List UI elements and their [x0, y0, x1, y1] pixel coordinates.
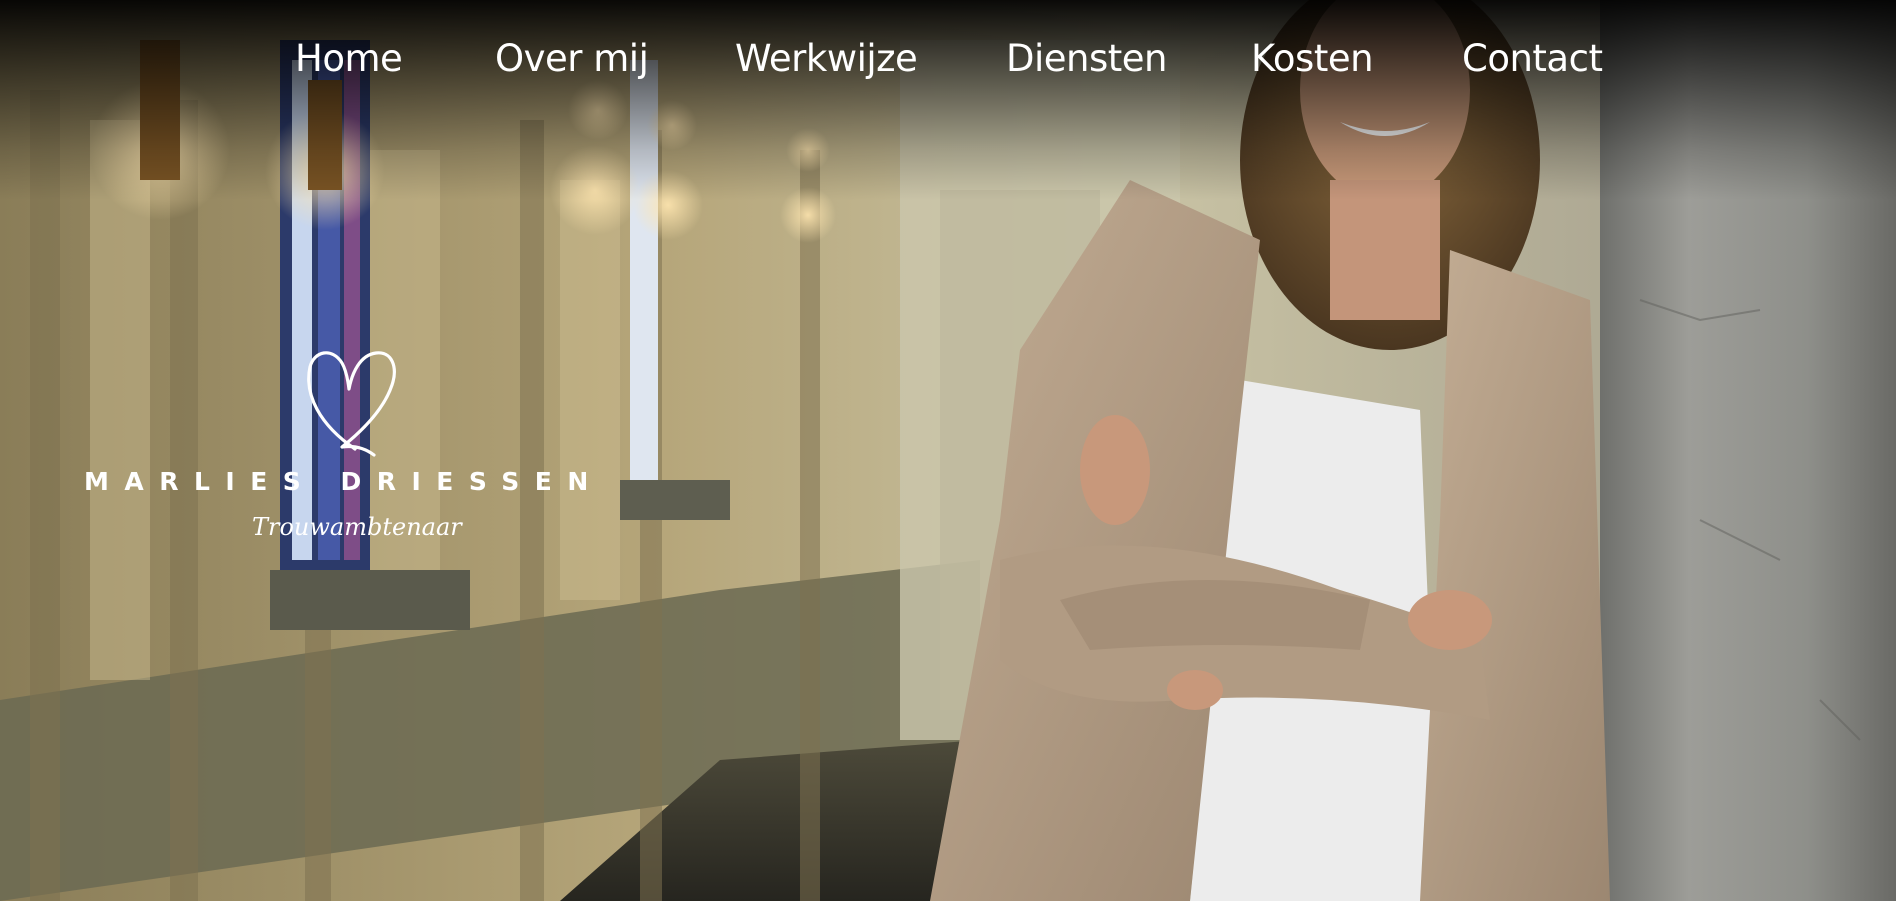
logo-name: MARLIES DRIESSEN [84, 467, 604, 496]
nav-contact[interactable]: Contact [1462, 34, 1603, 84]
nav-diensten[interactable]: Diensten [1006, 34, 1167, 84]
main-nav: Home Over mij Werkwijze Diensten Kosten … [0, 0, 1896, 120]
nav-over-mij[interactable]: Over mij [495, 34, 649, 84]
nav-home[interactable]: Home [295, 34, 403, 84]
site-logo[interactable]: MARLIES DRIESSEN Trouwambtenaar [80, 345, 620, 545]
nav-kosten[interactable]: Kosten [1251, 34, 1374, 84]
heart-icon [307, 351, 396, 457]
nav-werkwijze[interactable]: Werkwijze [735, 34, 918, 84]
hero-section: Home Over mij Werkwijze Diensten Kosten … [0, 0, 1896, 901]
logo-tagline: Trouwambtenaar [252, 513, 462, 541]
